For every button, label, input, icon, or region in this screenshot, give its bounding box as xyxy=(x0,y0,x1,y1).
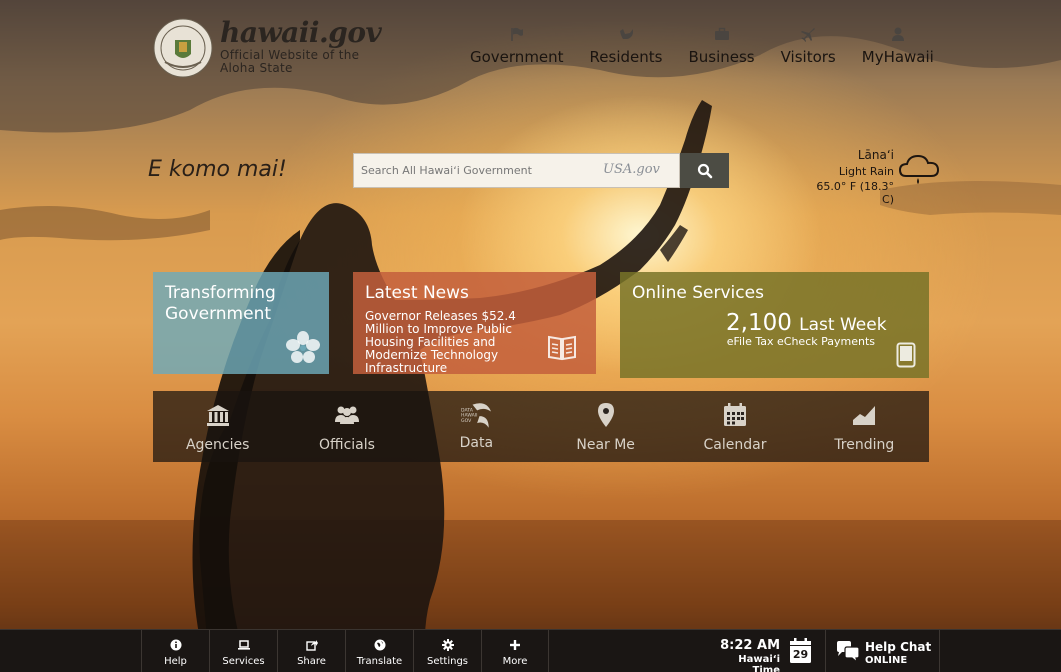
quicklink-near-me[interactable]: Near Me xyxy=(541,391,670,462)
laptop-icon xyxy=(237,640,250,650)
weather-description: Light Rain xyxy=(838,165,894,178)
toolbar-help[interactable]: Help xyxy=(141,630,209,672)
state-seal-logo[interactable] xyxy=(153,18,213,78)
site-name: hawaii.gov xyxy=(220,16,382,49)
calendar-day: 29 xyxy=(792,648,809,661)
welcome-greeting: E komo mai! xyxy=(148,157,287,182)
user-icon xyxy=(891,27,904,41)
online-services-count: 2,100 Last Week xyxy=(726,310,887,336)
chat-bubbles-icon xyxy=(837,641,860,664)
quicklink-trending-label: Trending xyxy=(834,437,895,453)
rain-cloud-icon xyxy=(898,154,940,184)
quicklink-trending[interactable]: Trending xyxy=(800,391,929,462)
hawaii-clock: 8:22 AM Hawaiʻi Time xyxy=(714,638,780,672)
briefcase-icon xyxy=(714,27,729,40)
quicklink-agencies[interactable]: Agencies xyxy=(153,391,282,462)
search-bar: USA.gov xyxy=(353,153,729,188)
map-pin-icon xyxy=(597,403,614,427)
help-chat-title: Help Chat xyxy=(865,640,932,654)
quicklink-agencies-label: Agencies xyxy=(185,437,250,453)
data-hawaii-icon-text-2: HAWAII xyxy=(461,413,478,419)
tile-transforming-government[interactable]: Transforming Government xyxy=(153,272,329,374)
toolbar-services-label: Services xyxy=(222,656,265,667)
help-chat-button[interactable]: Help Chat ONLINE xyxy=(825,630,940,672)
nav-government-label: Government xyxy=(470,48,564,66)
airplane-icon xyxy=(801,28,816,42)
open-book-icon xyxy=(548,335,576,361)
toolbar-translate[interactable]: Translate xyxy=(345,630,413,672)
toolbar-share[interactable]: Share xyxy=(277,630,345,672)
weather-temperature: 65.0° F (18.3° C) xyxy=(816,180,894,206)
nav-residents[interactable]: Residents xyxy=(589,26,663,66)
quicklink-near-me-label: Near Me xyxy=(576,437,635,453)
search-icon xyxy=(697,163,712,178)
nav-business[interactable]: Business xyxy=(688,26,755,66)
share-icon xyxy=(305,640,318,651)
online-count-value: 2,100 xyxy=(726,310,792,336)
tablet-icon xyxy=(896,342,916,368)
tile-online-title: Online Services xyxy=(632,283,764,303)
quicklink-officials-label: Officials xyxy=(319,437,375,453)
tile-news-title: Latest News xyxy=(365,283,469,303)
plus-icon xyxy=(510,640,520,650)
data-hawaii-icon-text-1: DATA xyxy=(461,408,474,414)
nav-business-label: Business xyxy=(688,48,755,66)
quicklink-data[interactable]: DATA HAWAII GOV Data xyxy=(412,391,541,462)
usagov-logo: USA.gov xyxy=(603,162,660,177)
tile-latest-news[interactable]: Latest News Governor Releases $52.4 Mill… xyxy=(353,272,596,375)
toolbar-more[interactable]: More xyxy=(481,630,549,672)
site-tagline: Official Website of the Aloha State xyxy=(220,48,360,75)
online-services-subtitle: eFile Tax eCheck Payments xyxy=(726,335,875,348)
nav-visitors[interactable]: Visitors xyxy=(781,26,836,66)
toolbar-more-label: More xyxy=(502,656,528,667)
toolbar-translate-label: Translate xyxy=(356,656,403,667)
quicklink-officials[interactable]: Officials xyxy=(282,391,411,462)
nav-visitors-label: Visitors xyxy=(780,48,836,66)
top-navigation: Government Residents Business Visitors M… xyxy=(470,26,934,66)
weather-widget[interactable]: Lānaʻi Light Rain 65.0° F (18.3° C) xyxy=(808,148,894,206)
news-headline[interactable]: Governor Releases $52.4 Million to Impro… xyxy=(365,310,555,375)
site-brand[interactable]: hawaii.gov Official Website of the Aloha… xyxy=(220,16,382,75)
info-icon xyxy=(170,639,181,651)
toolbar-services[interactable]: Services xyxy=(209,630,277,672)
clock-zone: Hawaiʻi Time xyxy=(738,654,780,672)
toolbar-help-label: Help xyxy=(164,656,187,667)
building-icon xyxy=(206,405,229,426)
globe-icon xyxy=(374,639,385,651)
gear-icon xyxy=(441,639,454,651)
online-count-suffix: Last Week xyxy=(799,315,887,335)
calendar-date-badge[interactable]: 29 xyxy=(789,638,812,664)
calendar-icon xyxy=(723,403,746,426)
tile-online-services[interactable]: Online Services 2,100 Last Week eFile Ta… xyxy=(620,272,929,378)
shaka-hand-icon xyxy=(620,29,633,39)
nav-myhawaii-label: MyHawaii xyxy=(861,48,934,66)
quicklink-calendar-label: Calendar xyxy=(703,437,767,453)
help-chat-status: ONLINE xyxy=(865,655,908,666)
toolbar-settings[interactable]: Settings xyxy=(413,630,481,672)
nav-myhawaii[interactable]: MyHawaii xyxy=(862,26,934,66)
search-button[interactable] xyxy=(680,153,729,188)
people-icon xyxy=(334,406,359,424)
bottom-toolbar: Help Services Share Translate Settings M… xyxy=(0,629,1061,672)
quick-links-bar: Agencies Officials DATA HAWAII GOV Data Ne… xyxy=(153,391,929,462)
toolbar-share-label: Share xyxy=(297,656,326,667)
hibiscus-icon xyxy=(286,331,320,363)
tile-transforming-title: Transforming Government xyxy=(165,283,276,324)
quicklink-data-label: Data xyxy=(459,435,494,451)
quicklink-calendar[interactable]: Calendar xyxy=(670,391,799,462)
trending-icon xyxy=(853,406,876,425)
toolbar-settings-label: Settings xyxy=(426,656,468,667)
data-hawaii-icon-text-3: GOV xyxy=(461,418,472,424)
weather-location: Lānaʻi xyxy=(857,148,894,162)
data-hawaii-icon: DATAHAWAIIGOV xyxy=(461,403,492,428)
nav-residents-label: Residents xyxy=(589,48,663,66)
nav-government[interactable]: Government xyxy=(470,26,564,66)
flag-icon xyxy=(510,27,523,41)
clock-time: 8:22 AM xyxy=(720,638,780,653)
